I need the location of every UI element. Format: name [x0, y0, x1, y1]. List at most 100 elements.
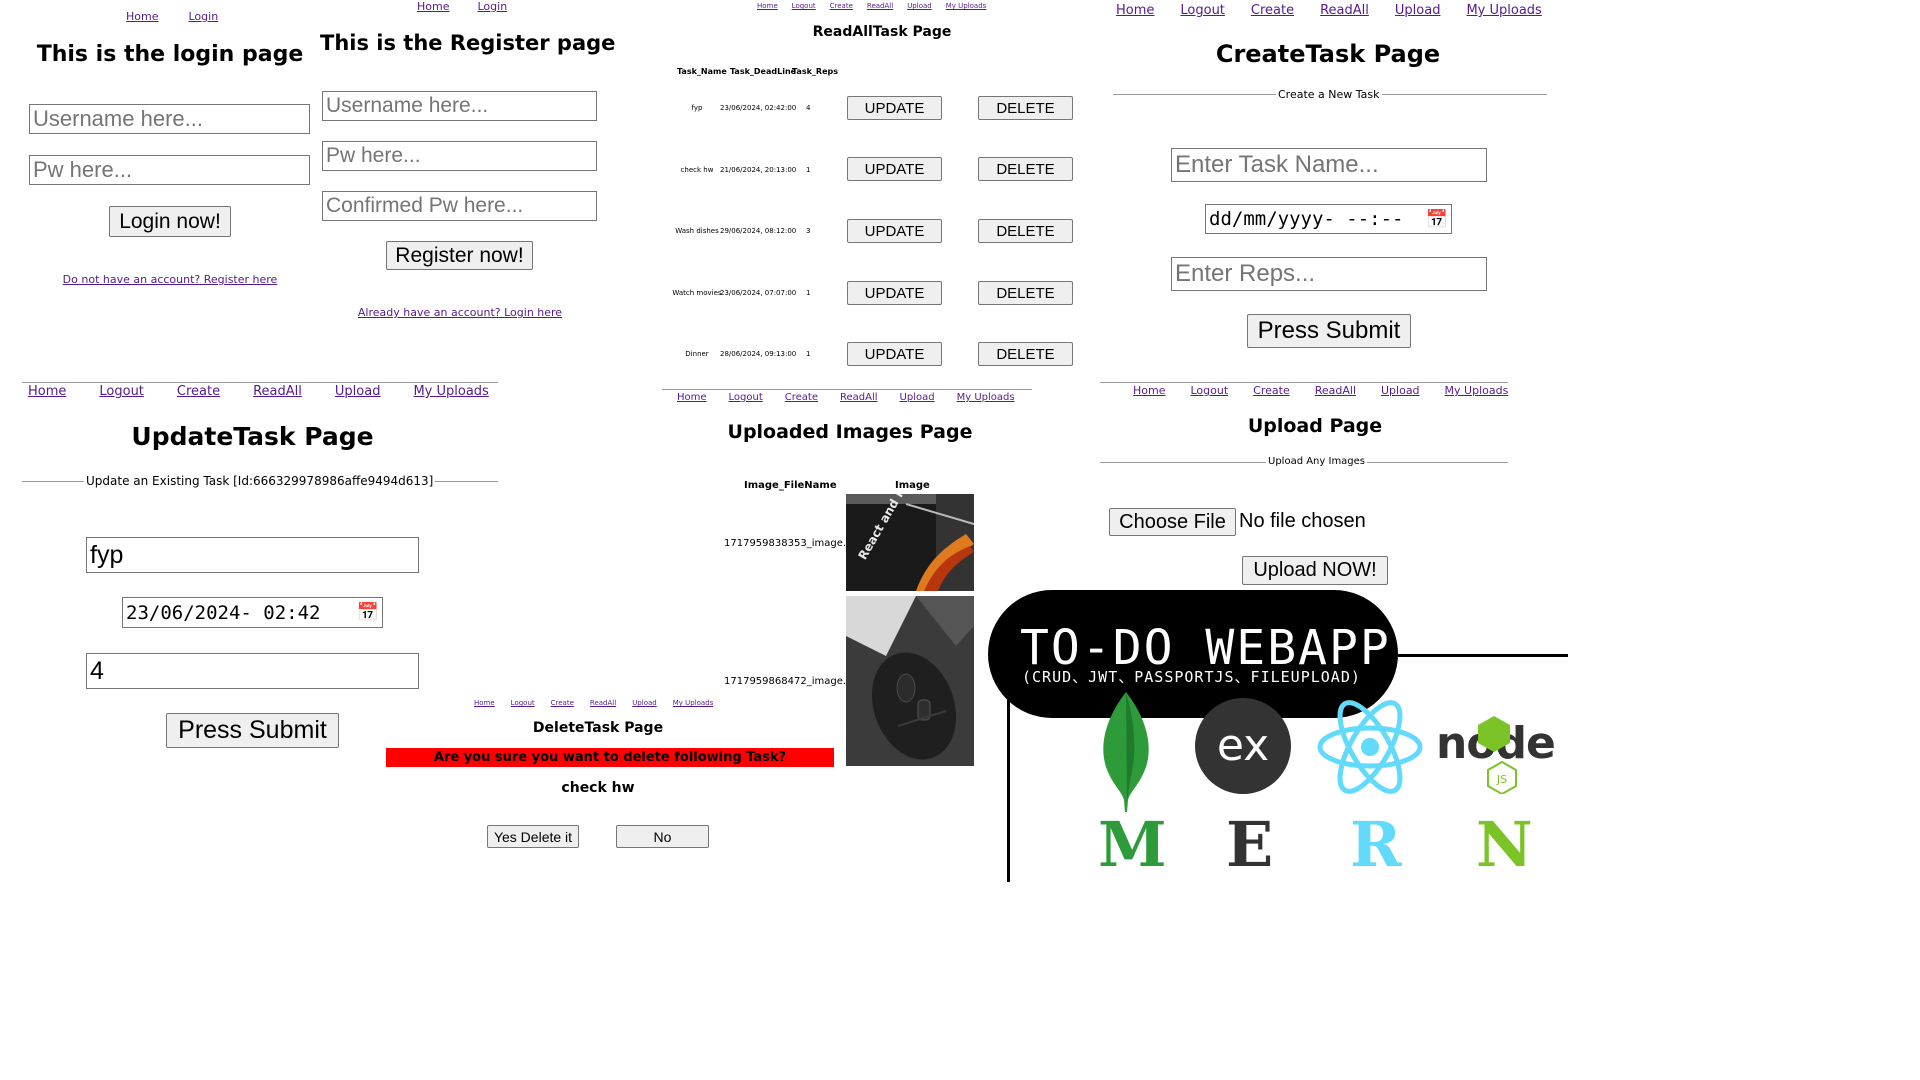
upload-legend: Upload Any Images [1266, 456, 1368, 467]
nav-home-link[interactable]: Home [126, 10, 158, 23]
login-submit-button[interactable]: Login now! [109, 206, 231, 237]
task-reps-cell: 1 [806, 350, 811, 358]
nav-readall-link[interactable]: ReadAll [590, 699, 616, 707]
book-photo: React and React Native [846, 494, 974, 591]
nav-readall-link[interactable]: ReadAll [867, 2, 893, 10]
book-image: React and React Native [846, 494, 974, 591]
register-link[interactable]: Do not have an account? Register here [30, 273, 310, 286]
update-button[interactable]: UPDATE [847, 96, 942, 120]
update-submit-button[interactable]: Press Submit [166, 713, 339, 748]
nav-create-link[interactable]: Create [1251, 3, 1294, 18]
delete-button[interactable]: DELETE [978, 96, 1073, 120]
nav-upload-link[interactable]: Upload [632, 699, 657, 707]
no-file-text: No file chosen [1239, 510, 1366, 532]
delete-button[interactable]: DELETE [978, 281, 1073, 305]
col-task-deadline: Task_DeadLine [730, 67, 797, 76]
col-task-reps: Task_Reps [792, 67, 838, 76]
delete-warning-banner: Are you sure you want to delete followin… [386, 748, 834, 767]
nav-myuploads-link[interactable]: My Uploads [413, 384, 488, 399]
nav-readall-link[interactable]: ReadAll [840, 392, 878, 403]
mouse-photo [846, 596, 974, 766]
update-name-input[interactable]: fyp [86, 537, 419, 573]
choose-file-button[interactable]: Choose File [1109, 508, 1236, 536]
nav-myuploads-link[interactable]: My Uploads [1445, 384, 1509, 397]
letter-e: E [1226, 808, 1274, 881]
create-title: CreateTask Page [1215, 40, 1441, 68]
task-reps-cell: 1 [806, 166, 811, 174]
register-username-input[interactable]: Username here... [322, 91, 597, 121]
nav-logout-link[interactable]: Logout [729, 392, 763, 403]
login-nav: Home Login [126, 10, 218, 23]
update-button[interactable]: UPDATE [847, 157, 942, 181]
cancel-delete-button[interactable]: No [616, 825, 709, 848]
nav-home-link[interactable]: Home [677, 392, 707, 403]
nav-readall-link[interactable]: ReadAll [253, 384, 302, 399]
nav-myuploads-link[interactable]: My Uploads [957, 392, 1015, 403]
upload-submit-button[interactable]: Upload NOW! [1242, 556, 1388, 585]
create-submit-button[interactable]: Press Submit [1247, 314, 1411, 348]
mongodb-icon [1103, 692, 1149, 812]
calendar-icon[interactable]: 📅 [1426, 209, 1448, 230]
nav-create-link[interactable]: Create [177, 384, 220, 399]
task-name-cell: fyp [691, 104, 703, 112]
update-reps-input[interactable]: 4 [86, 653, 419, 689]
nav-logout-link[interactable]: Logout [1190, 384, 1228, 397]
col-image: Image [895, 480, 930, 491]
delete-button[interactable]: DELETE [978, 342, 1073, 366]
nav-home-link[interactable]: Home [417, 0, 449, 13]
nav-logout-link[interactable]: Logout [511, 699, 535, 707]
nav-logout-link[interactable]: Logout [1180, 3, 1225, 18]
login-username-input[interactable]: Username here... [29, 104, 310, 134]
nav-myuploads-link[interactable]: My Uploads [673, 699, 714, 707]
mouse-image [846, 596, 974, 766]
confirm-delete-button[interactable]: Yes Delete it [487, 825, 579, 848]
letter-r: R [1350, 808, 1402, 881]
date-text: dd/mm/yyyy- --:-- [1209, 208, 1404, 230]
register-submit-button[interactable]: Register now! [386, 241, 533, 270]
nav-upload-link[interactable]: Upload [907, 2, 932, 10]
col-task-name: Task_Name [677, 67, 727, 76]
nav-create-link[interactable]: Create [1253, 384, 1290, 397]
update-button[interactable]: UPDATE [847, 219, 942, 243]
update-button[interactable]: UPDATE [847, 281, 942, 305]
nav-myuploads-link[interactable]: My Uploads [1466, 3, 1541, 18]
nav-logout-link[interactable]: Logout [99, 384, 144, 399]
nav-create-link[interactable]: Create [785, 392, 818, 403]
nav-readall-link[interactable]: ReadAll [1315, 384, 1356, 397]
promo-frame-left [1007, 700, 1010, 882]
delete-button[interactable]: DELETE [978, 157, 1073, 181]
nav-home-link[interactable]: Home [28, 384, 66, 399]
nav-login-link[interactable]: Login [188, 10, 218, 23]
nav-upload-link[interactable]: Upload [900, 392, 935, 403]
nav-create-link[interactable]: Create [551, 699, 574, 707]
nav-home-link[interactable]: Home [1133, 384, 1165, 397]
nav-upload-link[interactable]: Upload [335, 384, 381, 399]
task-name-input[interactable]: Enter Task Name... [1171, 148, 1487, 182]
nav-upload-link[interactable]: Upload [1381, 384, 1420, 397]
register-password-input[interactable]: Pw here... [322, 141, 597, 171]
nav-home-link[interactable]: Home [757, 2, 778, 10]
nav-myuploads-link[interactable]: My Uploads [946, 2, 987, 10]
login-password-input[interactable]: Pw here... [29, 155, 310, 185]
nav-readall-link[interactable]: ReadAll [1320, 3, 1369, 18]
task-name-cell: Watch movies [672, 289, 722, 297]
nav-logout-link[interactable]: Logout [792, 2, 816, 10]
nav-home-link[interactable]: Home [474, 699, 495, 707]
register-confirm-input[interactable]: Confirmed Pw here... [322, 191, 597, 221]
nodejs-icon: node JS [1436, 716, 1556, 794]
create-legend: Create a New Task [1276, 88, 1382, 101]
task-reps-cell: 1 [806, 289, 811, 297]
update-deadline-input[interactable]: 23/06/2024- 02:42 📅 [122, 597, 383, 628]
nav-home-link[interactable]: Home [1116, 3, 1154, 18]
task-deadline-cell: 28/06/2024, 09:13:00 [720, 350, 797, 358]
nav-create-link[interactable]: Create [830, 2, 853, 10]
nav-upload-link[interactable]: Upload [1395, 3, 1441, 18]
nav-login-link[interactable]: Login [477, 0, 507, 13]
delete-button[interactable]: DELETE [978, 219, 1073, 243]
calendar-icon[interactable]: 📅 [357, 602, 379, 623]
task-reps-input[interactable]: Enter Reps... [1171, 257, 1487, 291]
task-reps-cell: 4 [806, 104, 811, 112]
login-link[interactable]: Already have an account? Login here [320, 306, 600, 319]
task-deadline-input[interactable]: dd/mm/yyyy- --:-- 📅 [1205, 204, 1452, 234]
update-button[interactable]: UPDATE [847, 342, 942, 366]
